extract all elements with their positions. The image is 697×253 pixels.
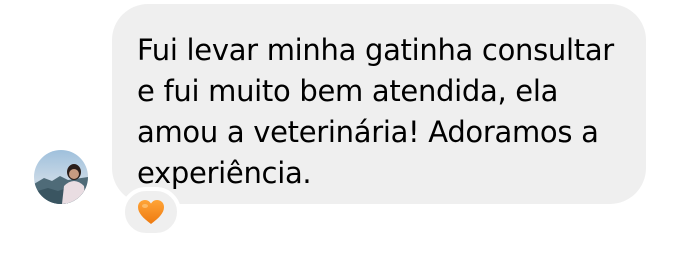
comment-thread: Fui levar minha gatinha consultar e fui … [0, 0, 697, 253]
comment-text: Fui levar minha gatinha consultar e fui … [137, 33, 614, 190]
orange-heart-icon [138, 200, 164, 224]
comment-bubble: Fui levar minha gatinha consultar e fui … [112, 4, 646, 204]
reaction-badge[interactable] [121, 187, 181, 237]
user-avatar-photo-icon [34, 150, 88, 204]
user-avatar[interactable] [34, 150, 88, 204]
